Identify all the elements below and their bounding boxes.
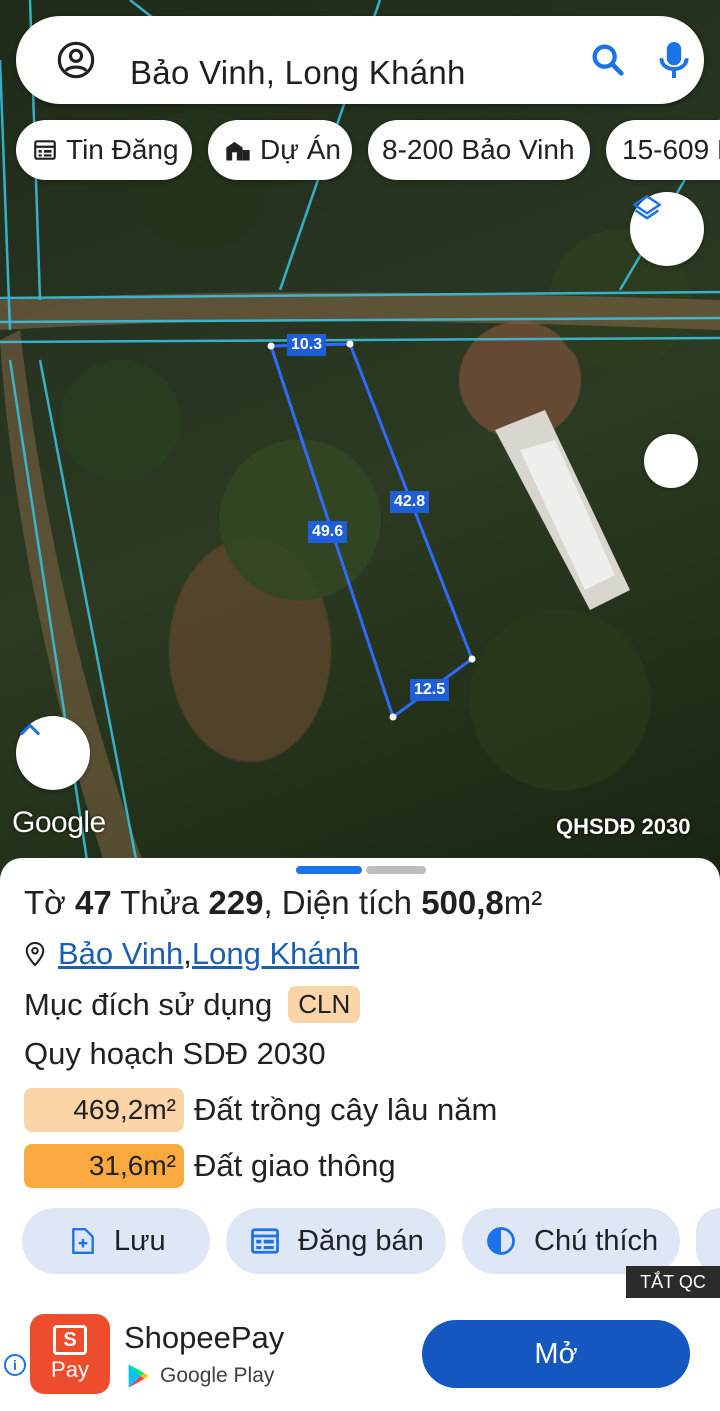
purpose-code-badge: CLN [288,986,361,1023]
dimension-label-left: 49.6 [308,521,348,543]
post-listing-label: Đăng bán [298,1224,424,1257]
layers-button[interactable] [630,192,704,266]
purpose-label: Mục đích sử dụng [24,986,273,1022]
more-actions-button[interactable] [696,1208,720,1274]
search-query[interactable]: Bảo Vinh, Long Khánh [130,56,466,89]
ad-store-label: Google Play [124,1362,274,1390]
chip-parcel-15-609[interactable]: 15-609 B [606,120,720,180]
microphone-icon[interactable] [656,38,692,82]
calendar-list-icon [251,1228,279,1254]
contrast-icon [487,1227,515,1255]
parcel-location: Bảo Vinh, Long Khánh [24,936,359,972]
ad-banner[interactable]: i S Pay ShopeePay Google Play Mở [0,1298,720,1411]
open-app-button[interactable]: Mở [422,1320,690,1388]
chip-label: Dự Án [260,134,341,165]
chip-label: Tin Đăng [66,134,179,165]
sheet-handle-inactive[interactable] [366,866,426,874]
add-document-icon [72,1227,94,1255]
dimension-label-bottom: 12.5 [410,679,450,701]
dimension-label-top: 10.3 [287,334,327,356]
chip-parcel-8-200[interactable]: 8-200 Bảo Vinh [368,120,590,180]
layers-icon [632,194,662,220]
plan-layer-label: QHSDĐ 2030 [556,814,691,839]
search-bar[interactable]: Bảo Vinh, Long Khánh [16,16,704,104]
sheet-handle-active[interactable] [296,866,362,874]
ad-info-icon[interactable]: i [4,1354,26,1376]
dimension-label-right: 42.8 [390,491,430,513]
shopeepay-logo: S Pay [30,1314,110,1394]
plan-title: Quy hoạch SDĐ 2030 [24,1036,326,1071]
ad-app-name: ShopeePay [124,1320,285,1355]
zone-area: 31,6m² [24,1144,184,1188]
save-label: Lưu [114,1224,166,1257]
hide-ads-tag[interactable]: TẮT QC [626,1266,720,1298]
parcel-area: 500,8 [421,884,504,921]
location-pin-icon [25,941,45,967]
land-use-purpose: Mục đích sử dụng CLN [24,986,361,1023]
legend-button[interactable]: Chú thích [462,1208,680,1274]
ward-link[interactable]: Bảo Vinh [58,936,183,972]
post-listing-button[interactable]: Đăng bán [226,1208,446,1274]
zone-row: 31,6m² Đất giao thông [24,1144,396,1188]
zone-area: 469,2m² [24,1088,184,1132]
sheet-number: 47 [74,884,112,921]
zone-label: Đất trồng cây lâu năm [194,1092,498,1127]
calendar-list-icon [34,140,56,160]
save-button[interactable]: Lưu [22,1208,210,1274]
city-link[interactable]: Long Khánh [192,936,359,972]
parcel-info-sheet: Tờ 47 Thửa 229, Diện tích 500,8m² Bảo Vi… [0,858,720,1298]
zone-label: Đất giao thông [194,1148,396,1183]
parcel-title: Tờ 47 Thửa 229, Diện tích 500,8m² [24,884,543,921]
legend-label: Chú thích [534,1224,659,1257]
chip-label: 15-609 B [622,134,720,165]
map-marker-button[interactable] [644,434,698,488]
chip-du-an[interactable]: Dự Án [208,120,352,180]
chevron-up-icon [20,723,40,736]
search-icon[interactable] [588,40,628,80]
chip-label: 8-200 Bảo Vinh [382,134,575,165]
parcel-number: 229 [208,884,264,921]
building-icon [226,141,250,161]
google-logo: Google [12,806,106,839]
expand-button[interactable] [16,716,90,790]
account-icon[interactable] [56,40,96,80]
chip-tin-dang[interactable]: Tin Đăng [16,120,192,180]
google-play-icon [128,1364,149,1388]
zone-row: 469,2m² Đất trồng cây lâu năm [24,1088,497,1132]
